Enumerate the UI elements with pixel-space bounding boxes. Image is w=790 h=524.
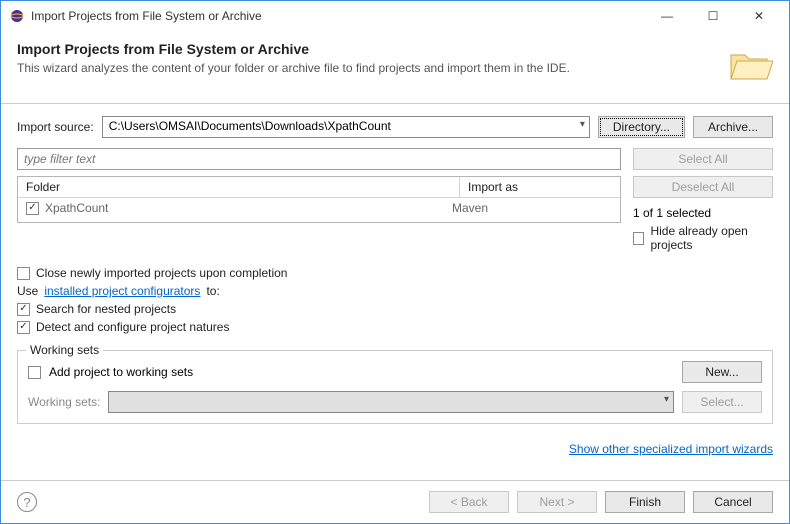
row-checkbox[interactable]	[26, 202, 39, 215]
cancel-button[interactable]: Cancel	[693, 491, 773, 513]
search-nested-checkbox[interactable]	[17, 303, 30, 316]
close-on-complete-label: Close newly imported projects upon compl…	[36, 266, 287, 280]
chevron-down-icon: ▾	[664, 394, 669, 405]
selection-status: 1 of 1 selected	[633, 206, 773, 220]
eclipse-icon	[9, 8, 25, 24]
col-folder[interactable]: Folder	[18, 177, 460, 197]
row-folder: XpathCount	[45, 201, 108, 215]
add-working-set-checkbox[interactable]	[28, 366, 41, 379]
working-sets-label: Working sets:	[28, 395, 100, 409]
import-source-combo[interactable]: C:\Users\OMSAI\Documents\Downloads\Xpath…	[102, 116, 590, 138]
add-working-set-label: Add project to working sets	[49, 365, 193, 379]
window-title: Import Projects from File System or Arch…	[31, 9, 645, 23]
close-on-complete-checkbox[interactable]	[17, 267, 30, 280]
working-sets-combo: ▾	[108, 391, 674, 413]
deselect-all-button[interactable]: Deselect All	[633, 176, 773, 198]
projects-table: Folder Import as XpathCount Maven	[17, 176, 621, 223]
finish-button[interactable]: Finish	[605, 491, 685, 513]
filter-input[interactable]	[17, 148, 621, 170]
minimize-button[interactable]: —	[645, 2, 689, 30]
back-button: < Back	[429, 491, 509, 513]
chevron-down-icon: ▾	[580, 119, 585, 130]
hide-open-label: Hide already open projects	[650, 224, 773, 252]
archive-button[interactable]: Archive...	[693, 116, 773, 138]
working-sets-group: Working sets Add project to working sets…	[17, 350, 773, 424]
working-sets-legend: Working sets	[26, 343, 103, 357]
wizard-footer: ? < Back Next > Finish Cancel	[1, 480, 789, 523]
directory-button[interactable]: Directory...	[598, 116, 685, 138]
configurators-text: Use installed project configurators to:	[17, 284, 773, 298]
import-source-label: Import source:	[17, 120, 94, 134]
titlebar: Import Projects from File System or Arch…	[1, 1, 789, 31]
select-working-set-button: Select...	[682, 391, 762, 413]
page-title: Import Projects from File System or Arch…	[17, 41, 725, 57]
detect-natures-checkbox[interactable]	[17, 321, 30, 334]
search-nested-label: Search for nested projects	[36, 302, 176, 316]
configurators-link[interactable]: installed project configurators	[44, 284, 200, 298]
col-import-as[interactable]: Import as	[460, 177, 620, 197]
new-working-set-button[interactable]: New...	[682, 361, 762, 383]
hide-open-checkbox[interactable]	[633, 232, 644, 245]
close-button[interactable]: ✕	[737, 2, 781, 30]
folder-icon	[725, 41, 773, 89]
help-icon[interactable]: ?	[17, 492, 37, 512]
next-button: Next >	[517, 491, 597, 513]
page-description: This wizard analyzes the content of your…	[17, 61, 725, 75]
table-row[interactable]: XpathCount Maven	[18, 198, 620, 218]
wizard-header: Import Projects from File System or Arch…	[1, 31, 789, 104]
maximize-button[interactable]: ☐	[691, 2, 735, 30]
detect-natures-label: Detect and configure project natures	[36, 320, 229, 334]
select-all-button[interactable]: Select All	[633, 148, 773, 170]
specialized-wizards-link[interactable]: Show other specialized import wizards	[569, 442, 773, 456]
row-import-as: Maven	[452, 201, 612, 215]
